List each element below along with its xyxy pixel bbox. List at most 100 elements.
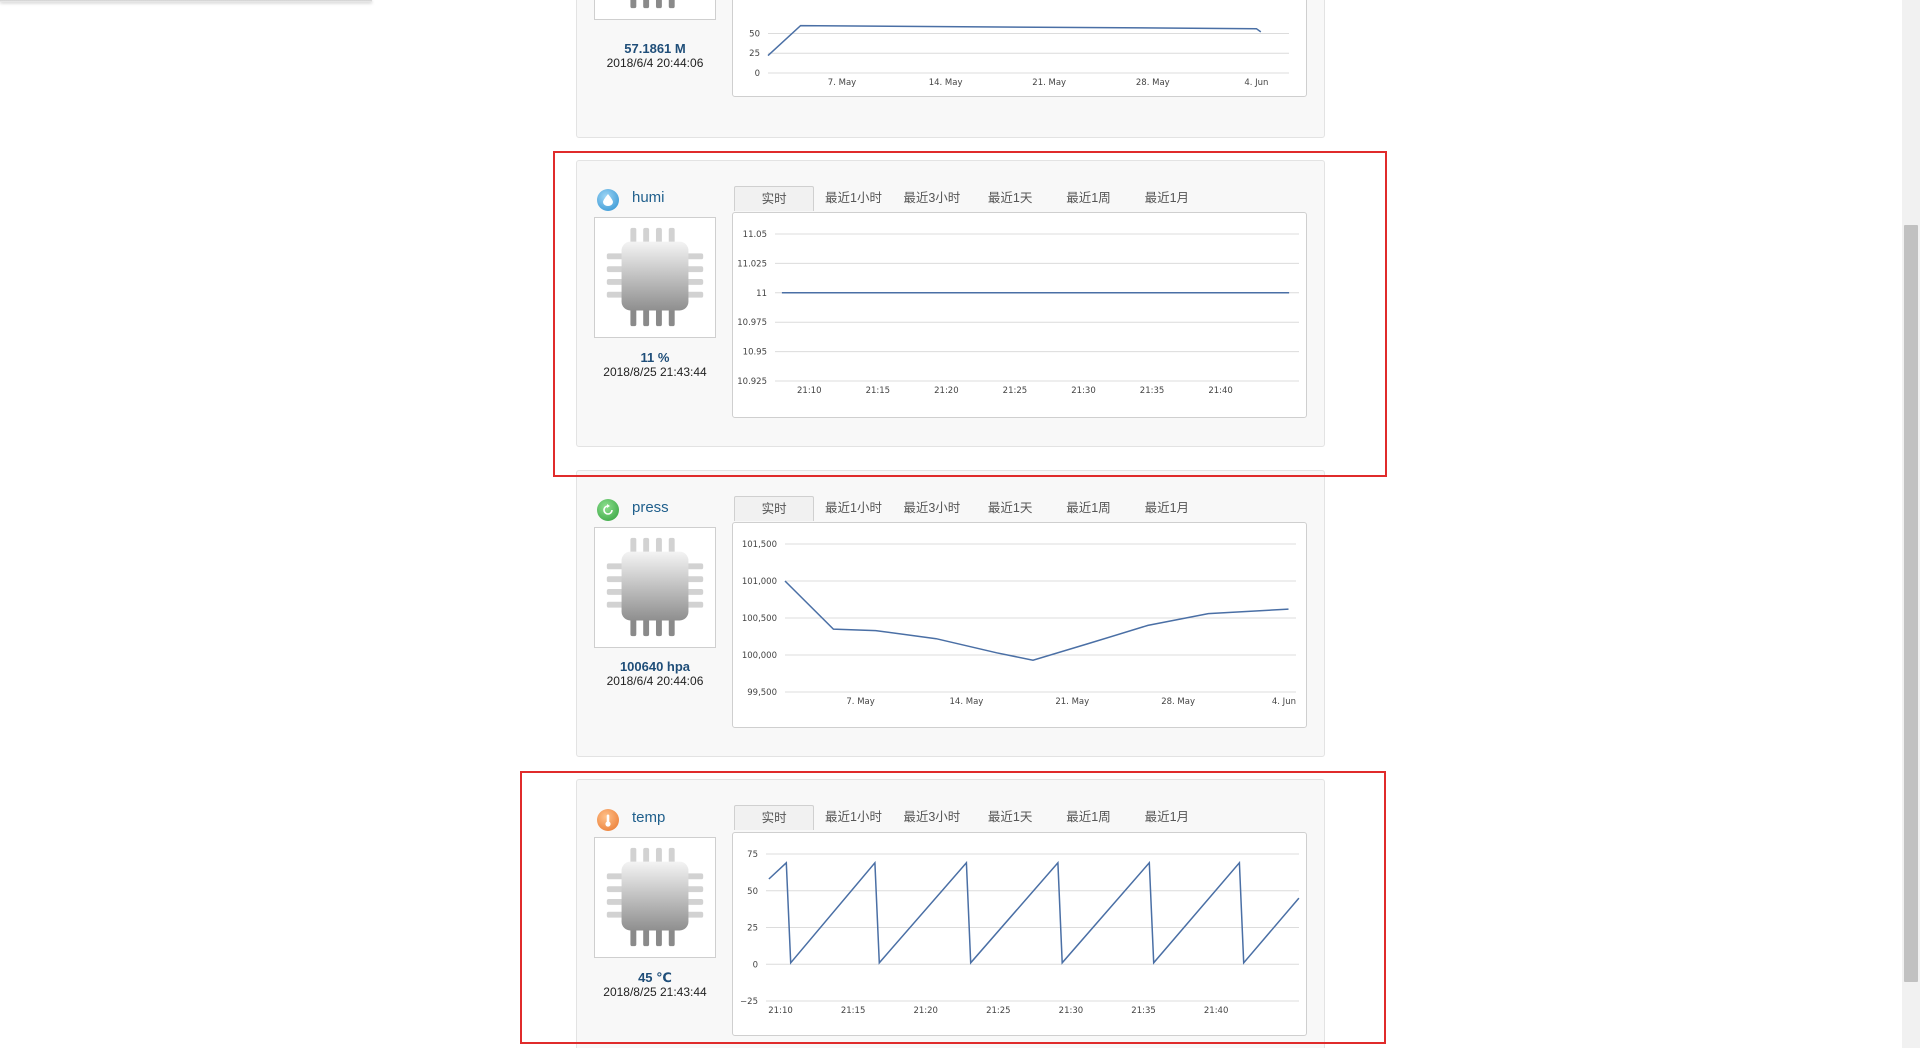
y-tick-label: 11	[756, 289, 767, 299]
x-tick-label: 21. May	[1055, 697, 1089, 707]
x-tick-label: 4. Jun	[1272, 697, 1296, 707]
x-tick-label: 21:30	[1059, 1006, 1084, 1016]
y-tick-label: 101,500	[742, 540, 777, 550]
chart-panel: −25 0 25 50 75 21:10 21:15 21:20 21:25 21:30 21:35…	[732, 832, 1307, 1036]
x-tick-label: 21:25	[986, 1006, 1011, 1016]
y-tick-label: 50	[747, 887, 758, 897]
x-tick-label: 28. May	[1136, 78, 1170, 88]
refresh-icon	[597, 499, 619, 521]
x-tick-label: 21:15	[866, 386, 891, 396]
y-tick-label: 75	[747, 850, 758, 860]
sensor-card-press: press 100640 hpa 2018/6/4 20:44:06 实时 最近1…	[576, 470, 1325, 757]
y-tick-label: 0	[755, 69, 760, 79]
tab-3[interactable]: 最近3小时	[893, 186, 971, 211]
tab-3[interactable]: 最近3小时	[893, 805, 971, 830]
x-tick-label: 21:20	[934, 386, 959, 396]
series-line	[784, 580, 1289, 661]
line-chart: 0 25 50 7. May 14. May 21. May 28. May 4. Jun	[749, 24, 1289, 88]
tab-2[interactable]: 最近1小时	[814, 805, 892, 830]
water-drop-icon	[597, 189, 619, 211]
series-line	[768, 860, 1300, 965]
line-chart: −25 0 25 50 75 21:10 21:15 21:20 21:25 21:30 21:35…	[740, 850, 1300, 1016]
sensor-name: press	[632, 499, 669, 516]
chip-image	[594, 0, 716, 20]
x-tick-label: 21. May	[1032, 78, 1066, 88]
tab-4[interactable]: 最近1天	[971, 805, 1049, 830]
y-tick-label: 99,500	[747, 688, 777, 698]
sensor-value: 11 %	[640, 350, 670, 365]
tab-1[interactable]: 实时	[734, 805, 815, 830]
tab-6[interactable]: 最近1月	[1128, 496, 1206, 521]
y-tick-label: 0	[753, 960, 758, 970]
sensor-value: 100640 hpa	[619, 659, 691, 674]
y-tick-label: 10.95	[743, 348, 767, 358]
thermometer-icon	[597, 809, 619, 831]
sensor-timestamp: 2018/6/4 20:44:06	[606, 674, 704, 688]
series-line	[767, 24, 1262, 57]
y-tick-label: 101,000	[742, 577, 777, 587]
time-range-tabs: 实时 最近1小时 最近3小时 最近1天 最近1周 最近1月	[734, 805, 1206, 830]
time-range-tabs: 实时 最近1小时 最近3小时 最近1天 最近1周 最近1月	[734, 186, 1206, 211]
y-tick-label: 10.975	[737, 318, 767, 328]
page: 57.1861 M 2018/6/4 20:44:06 0 25 50 7. May 1…	[0, 0, 1920, 1048]
x-tick-label: 21:25	[1003, 386, 1028, 396]
tab-3[interactable]: 最近3小时	[893, 496, 971, 521]
sensor-value: 57.1861 M	[624, 41, 686, 56]
x-tick-label: 7. May	[828, 78, 856, 88]
y-tick-label: 100,500	[742, 614, 777, 624]
tab-1[interactable]: 实时	[734, 186, 815, 211]
x-tick-label: 21:10	[797, 386, 822, 396]
vertical-scrollbar[interactable]	[1902, 0, 1920, 1048]
time-range-tabs: 实时 最近1小时 最近3小时 最近1天 最近1周 最近1月	[734, 496, 1206, 521]
chart-panel: 10.925 10.95 10.975 11 11.025 11.05 21:10 21:15…	[732, 212, 1307, 418]
tab-2[interactable]: 最近1小时	[814, 496, 892, 521]
y-tick-label: 11.025	[737, 259, 767, 269]
y-tick-label: 10.925	[737, 377, 767, 387]
tab-6[interactable]: 最近1月	[1128, 186, 1206, 211]
x-tick-label: 21:35	[1131, 1006, 1156, 1016]
x-tick-label: 21:15	[841, 1006, 866, 1016]
chart-panel: 0 25 50 7. May 14. May 21. May 28. May 4. Jun	[732, 0, 1307, 97]
sensor-card-partial: 57.1861 M 2018/6/4 20:44:06 0 25 50 7. May 1…	[576, 0, 1325, 138]
x-tick-label: 21:40	[1208, 386, 1233, 396]
sensor-name: temp	[632, 809, 666, 826]
sensor-card-humi: humi 11 % 2018/8/25 21:43:44 实时 最近1小时 最近3小…	[576, 160, 1325, 447]
y-tick-label: 11.05	[743, 230, 767, 240]
x-tick-label: 21:10	[768, 1006, 793, 1016]
sensor-name: humi	[632, 189, 665, 206]
x-tick-label: 7. May	[846, 697, 874, 707]
tab-4[interactable]: 最近1天	[971, 496, 1049, 521]
sensor-card-temp: temp 45 ℃ 2018/8/25 21:43:44 实时 最近1小时 最近3小…	[576, 779, 1325, 1048]
sensor-timestamp: 2018/8/25 21:43:44	[603, 985, 707, 999]
x-tick-label: 21:20	[913, 1006, 938, 1016]
x-tick-label: 28. May	[1161, 697, 1195, 707]
tab-1[interactable]: 实时	[734, 496, 815, 521]
sensor-timestamp: 2018/8/25 21:43:44	[603, 365, 707, 379]
x-tick-label: 14. May	[929, 78, 963, 88]
x-tick-label: 14. May	[950, 697, 984, 707]
tab-5[interactable]: 最近1周	[1049, 805, 1127, 830]
y-tick-label: 25	[747, 924, 758, 934]
chip-image	[594, 217, 716, 338]
sensor-timestamp: 2018/6/4 20:44:06	[606, 56, 704, 70]
tab-2[interactable]: 最近1小时	[814, 186, 892, 211]
sensor-value: 45 ℃	[638, 970, 672, 985]
tab-4[interactable]: 最近1天	[971, 186, 1049, 211]
chip-image	[594, 527, 716, 648]
line-chart: 99,500 100,000 100,500 101,000 101,500 7. May…	[742, 540, 1296, 707]
scrollbar-thumb[interactable]	[1904, 225, 1918, 982]
y-tick-label: −25	[740, 997, 758, 1007]
chart-panel: 99,500 100,000 100,500 101,000 101,500 7. May…	[732, 522, 1307, 728]
top-panel-shadow	[0, 0, 372, 2]
line-chart: 10.925 10.95 10.975 11 11.025 11.05 21:10 21:15…	[737, 230, 1299, 396]
tab-5[interactable]: 最近1周	[1049, 496, 1127, 521]
chip-image	[594, 837, 716, 958]
x-tick-label: 4. Jun	[1244, 78, 1268, 88]
y-tick-label: 100,000	[742, 651, 777, 661]
y-tick-label: 25	[749, 49, 760, 59]
y-tick-label: 50	[749, 29, 760, 39]
tab-5[interactable]: 最近1周	[1049, 186, 1127, 211]
tab-6[interactable]: 最近1月	[1128, 805, 1206, 830]
x-tick-label: 21:30	[1071, 386, 1096, 396]
x-tick-label: 21:35	[1140, 386, 1165, 396]
